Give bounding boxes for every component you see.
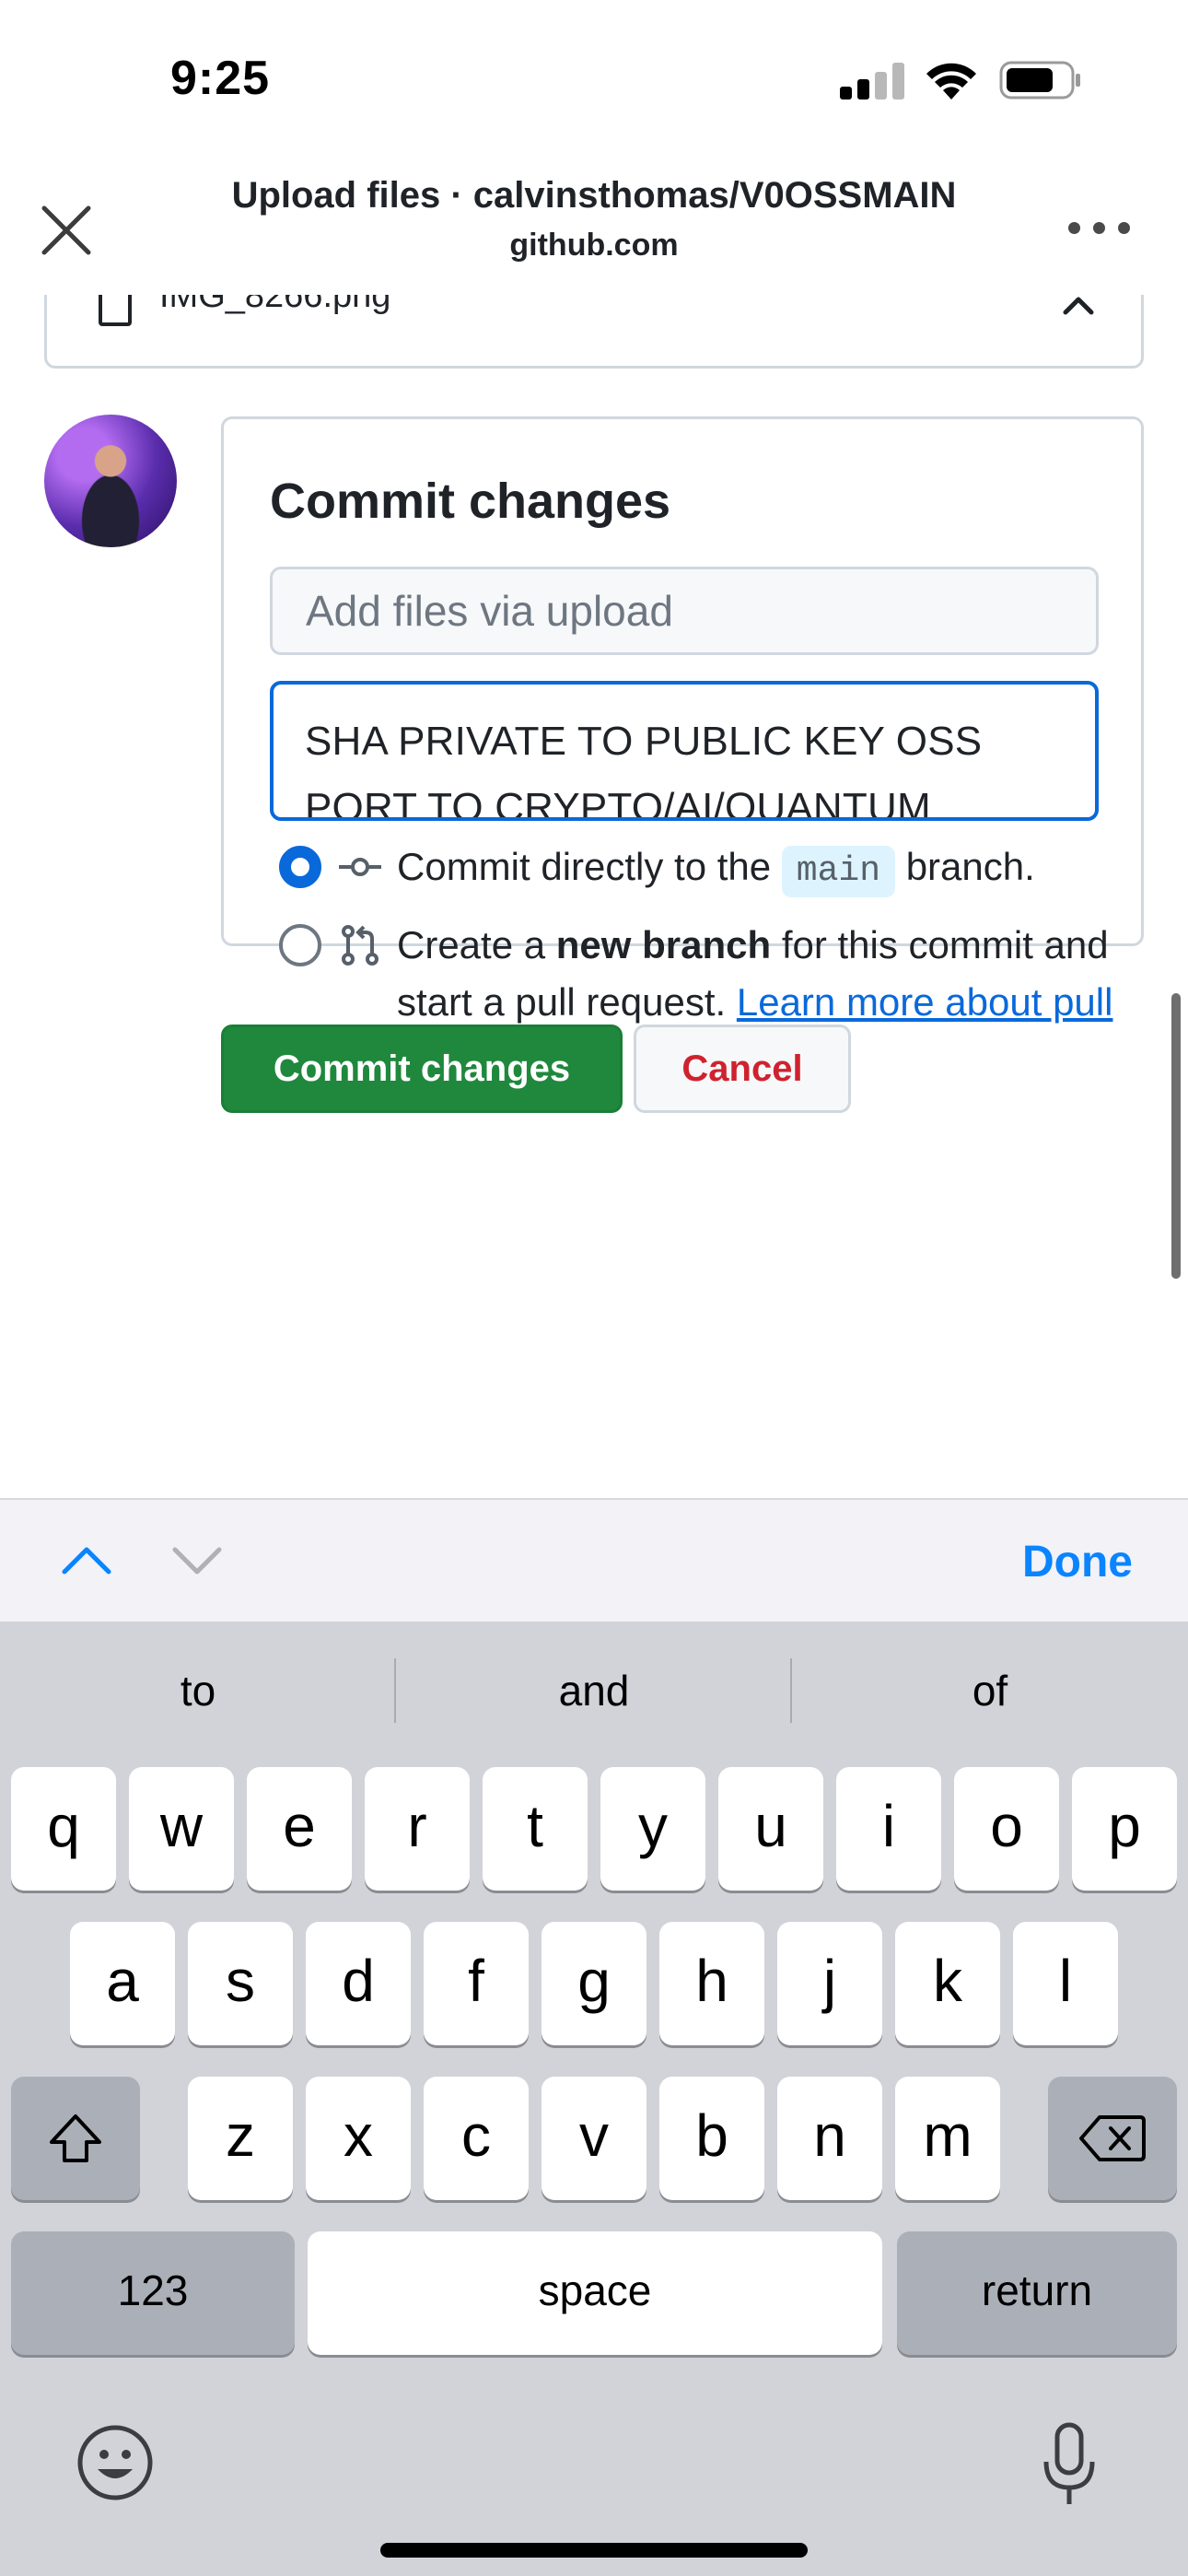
key-z[interactable]: z [188,2077,293,2200]
keyboard-accessory-bar: Done [0,1498,1188,1622]
suggestion-3[interactable]: of [792,1622,1188,1760]
key-y[interactable]: y [600,1767,705,1891]
key-i[interactable]: i [836,1767,941,1891]
done-button[interactable]: Done [1022,1537,1133,1587]
key-p[interactable]: p [1072,1767,1177,1891]
microphone-icon[interactable] [1041,2421,1098,2510]
key-g[interactable]: g [542,1922,646,2045]
browser-header: Upload files · calvinsthomas/V0OSSMAIN g… [0,157,1188,295]
status-bar: 9:25 [0,0,1188,157]
page-title: Upload files · calvinsthomas/V0OSSMAIN [231,175,957,216]
wifi-icon [926,63,976,100]
commit-description-text: SHA PRIVATE TO PUBLIC KEY OSS PORT TO CR… [305,719,983,821]
branch-badge: main [781,846,896,897]
new-branch-text-1: Create a [397,923,546,966]
emoji-icon[interactable] [76,2423,155,2502]
key-d[interactable]: d [306,1922,411,2045]
commit-direct-prefix: Commit directly to the [397,845,772,888]
git-pull-request-icon [342,925,379,966]
file-icon [99,295,132,326]
status-time: 9:25 [170,52,271,105]
key-h[interactable]: h [659,1922,764,2045]
shift-icon [50,2114,101,2162]
commit-description-textarea[interactable]: SHA PRIVATE TO PUBLIC KEY OSS PORT TO CR… [270,681,1099,821]
key-c[interactable]: c [424,2077,529,2200]
key-l[interactable]: l [1013,1922,1118,2045]
return-key[interactable]: return [897,2231,1177,2355]
key-b[interactable]: b [659,2077,764,2200]
commit-heading: Commit changes [270,474,671,529]
new-branch-bold: new branch [555,923,772,966]
chevron-down-icon[interactable] [169,1537,225,1583]
scrollbar[interactable] [1171,993,1181,1279]
key-x[interactable]: x [306,2077,411,2200]
commit-direct-suffix: branch. [905,845,1035,888]
key-o[interactable]: o [954,1767,1059,1891]
backspace-icon [1079,2115,1146,2161]
key-a[interactable]: a [70,1922,175,2045]
key-f[interactable]: f [424,1922,529,2045]
suggestion-bar: to and of [0,1622,1188,1760]
cellular-signal-icon [840,63,904,100]
home-indicator[interactable] [380,2543,808,2558]
chevron-up-icon[interactable] [1060,295,1097,318]
commit-changes-button[interactable]: Commit changes [221,1025,623,1113]
delete-key[interactable] [1048,2077,1177,2200]
suggestion-2[interactable]: and [396,1622,792,1760]
cancel-button[interactable]: Cancel [634,1025,851,1113]
numbers-key[interactable]: 123 [11,2231,295,2355]
commit-changes-panel: Commit changes Add files via upload SHA … [221,416,1144,1081]
page-domain: github.com [509,228,679,263]
chevron-up-icon[interactable] [59,1537,114,1583]
key-k[interactable]: k [895,1922,1000,2045]
key-v[interactable]: v [542,2077,646,2200]
new-branch-radio[interactable] [279,924,321,966]
shift-key[interactable] [11,2077,140,2200]
space-key[interactable]: space [308,2231,882,2355]
commit-direct-radio[interactable] [279,846,321,888]
close-icon[interactable] [39,203,94,258]
key-q[interactable]: q [11,1767,116,1891]
battery-icon [999,61,1080,100]
key-r[interactable]: r [365,1767,470,1891]
suggestion-1[interactable]: to [0,1622,396,1760]
keyboard: to and of q w e r t y u i o p a s d f g … [0,1622,1188,2576]
avatar [44,415,177,547]
key-n[interactable]: n [777,2077,882,2200]
file-name: IMG_8266.png [159,295,391,315]
key-e[interactable]: e [247,1767,352,1891]
more-options-icon[interactable] [1068,214,1133,241]
uploaded-file-card: IMG_8266.png [44,295,1144,369]
git-commit-icon [339,858,381,876]
page-content: IMG_8266.png Commit changes Add files vi… [0,295,1188,1498]
key-m[interactable]: m [895,2077,1000,2200]
key-s[interactable]: s [188,1922,293,2045]
key-w[interactable]: w [129,1767,234,1891]
key-u[interactable]: u [718,1767,823,1891]
key-j[interactable]: j [777,1922,882,2045]
commit-summary-input[interactable]: Add files via upload [270,567,1099,655]
key-t[interactable]: t [483,1767,588,1891]
